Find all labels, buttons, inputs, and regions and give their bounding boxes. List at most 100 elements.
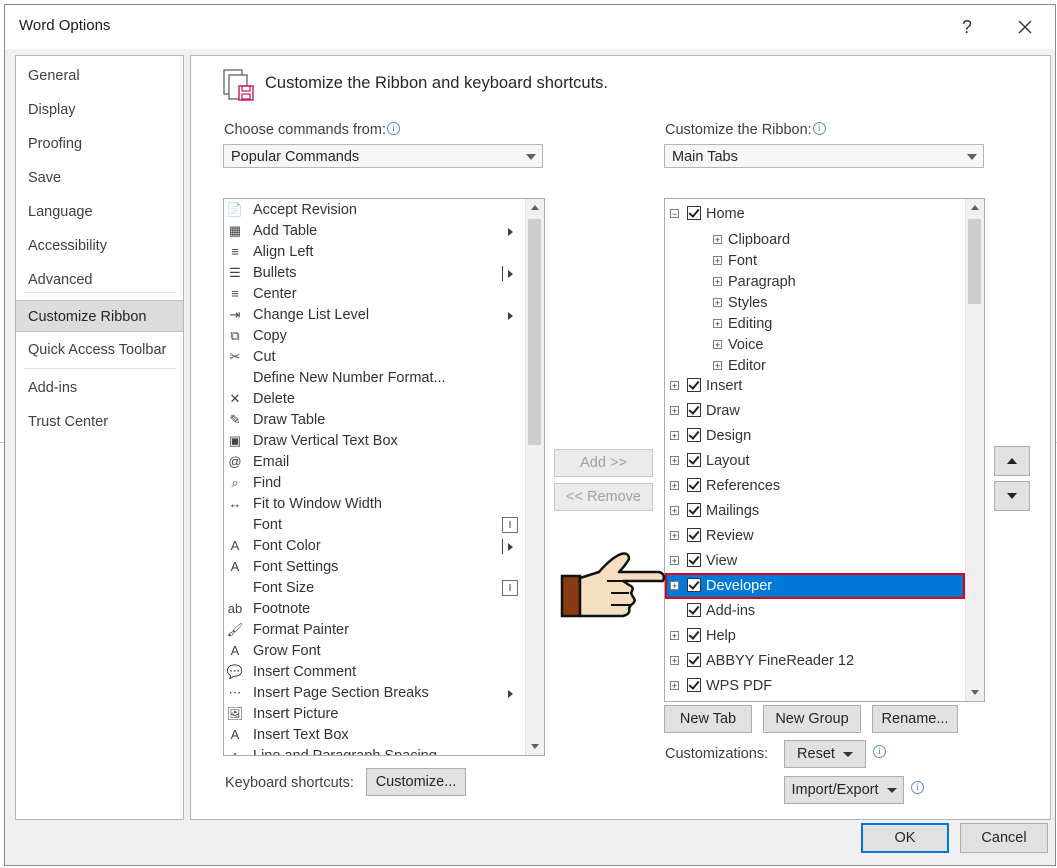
ribbon-tab-abbyy-finereader-12[interactable]: + ABBYY FineReader 12 xyxy=(665,650,964,672)
command-item[interactable]: Define New Number Format... xyxy=(224,368,524,389)
tab-checkbox[interactable] xyxy=(687,503,701,517)
collapse-icon[interactable]: − xyxy=(670,209,679,219)
ribbon-tab-help[interactable]: + Help xyxy=(665,625,964,647)
nav-item-proofing[interactable]: Proofing xyxy=(16,128,183,160)
ribbon-tab-layout[interactable]: + Layout xyxy=(665,450,964,472)
scroll-down-icon[interactable] xyxy=(966,683,984,701)
expand-icon[interactable]: + xyxy=(713,361,722,371)
rename-button[interactable]: Rename... xyxy=(872,705,958,733)
commands-scrollbar[interactable] xyxy=(525,199,544,755)
expand-icon[interactable]: + xyxy=(670,506,679,516)
reset-button[interactable]: Reset xyxy=(784,740,866,768)
expand-icon[interactable]: + xyxy=(670,381,679,391)
nav-item-add-ins[interactable]: Add-ins xyxy=(16,372,183,404)
tab-checkbox[interactable] xyxy=(687,206,701,220)
expand-icon[interactable]: + xyxy=(670,531,679,541)
command-item[interactable]: Font I xyxy=(224,515,524,536)
command-item[interactable]: 🖼 Insert Picture xyxy=(224,704,524,725)
nav-item-language[interactable]: Language xyxy=(16,196,183,228)
ribbon-tab-developer[interactable]: + Developer xyxy=(665,573,965,599)
info-icon[interactable]: i xyxy=(386,122,400,135)
ribbon-tab-wps-pdf[interactable]: + WPS PDF xyxy=(665,675,964,697)
ok-button[interactable]: OK xyxy=(861,823,949,853)
info-icon[interactable]: i xyxy=(873,745,886,758)
tab-checkbox[interactable] xyxy=(687,653,701,667)
ribbon-tab-mailings[interactable]: + Mailings xyxy=(665,500,964,522)
scroll-up-icon[interactable] xyxy=(526,199,544,217)
ribbon-tab-home[interactable]: − Home xyxy=(665,203,964,225)
tab-checkbox[interactable] xyxy=(687,678,701,692)
command-item[interactable]: ✎ Draw Table xyxy=(224,410,524,431)
expand-icon[interactable]: + xyxy=(713,319,722,329)
customize-shortcuts-button[interactable]: Customize... xyxy=(366,768,466,796)
command-item[interactable]: ≡ Align Left xyxy=(224,242,524,263)
ribbon-tab-editor[interactable]: + Editor xyxy=(665,355,964,377)
remove-button[interactable]: << Remove xyxy=(554,483,653,511)
ribbon-tab-paragraph[interactable]: + Paragraph xyxy=(665,271,964,293)
move-down-button[interactable] xyxy=(994,481,1030,511)
tree-scrollbar[interactable] xyxy=(965,199,984,701)
nav-item-customize-ribbon[interactable]: Customize Ribbon xyxy=(16,300,183,332)
import-export-button[interactable]: Import/Export xyxy=(784,776,904,804)
expand-icon[interactable]: + xyxy=(713,235,722,245)
expand-icon[interactable]: + xyxy=(670,431,679,441)
command-item[interactable]: ☰ Bullets xyxy=(224,263,524,284)
tab-checkbox[interactable] xyxy=(687,603,701,617)
move-up-button[interactable] xyxy=(994,446,1030,476)
tab-checkbox[interactable] xyxy=(687,528,701,542)
info-icon[interactable]: i xyxy=(812,122,826,135)
new-group-button[interactable]: New Group xyxy=(763,705,861,733)
ribbon-tab-styles[interactable]: + Styles xyxy=(665,292,964,314)
expand-icon[interactable]: + xyxy=(713,256,722,266)
expand-icon[interactable]: + xyxy=(670,456,679,466)
ribbon-tab-clipboard[interactable]: + Clipboard xyxy=(665,229,964,251)
command-item[interactable]: ▣ Draw Vertical Text Box xyxy=(224,431,524,452)
nav-item-save[interactable]: Save xyxy=(16,162,183,194)
ribbon-tab-add-ins[interactable]: Add-ins xyxy=(665,600,964,622)
command-item[interactable]: Font Size I xyxy=(224,578,524,599)
expand-icon[interactable]: + xyxy=(670,631,679,641)
tab-checkbox[interactable] xyxy=(687,478,701,492)
command-item[interactable]: 🖌 Format Painter xyxy=(224,620,524,641)
command-item[interactable]: ✂ Cut xyxy=(224,347,524,368)
nav-item-quick-access-toolbar[interactable]: Quick Access Toolbar xyxy=(16,334,183,366)
nav-item-trust-center[interactable]: Trust Center xyxy=(16,406,183,438)
help-button[interactable]: ? xyxy=(947,11,987,43)
tab-checkbox[interactable] xyxy=(687,403,701,417)
command-item[interactable]: ↕ Line and Paragraph Spacing xyxy=(224,746,524,755)
expand-icon[interactable]: + xyxy=(670,681,679,691)
command-item[interactable]: ab Footnote xyxy=(224,599,524,620)
scroll-thumb[interactable] xyxy=(528,219,541,445)
command-item[interactable]: ⧉ Copy xyxy=(224,326,524,347)
ribbon-tab-review[interactable]: + Review xyxy=(665,525,964,547)
nav-item-accessibility[interactable]: Accessibility xyxy=(16,230,183,262)
expand-icon[interactable]: + xyxy=(713,277,722,287)
tab-checkbox[interactable] xyxy=(687,578,701,592)
ribbon-tab-insert[interactable]: + Insert xyxy=(665,375,964,397)
command-item[interactable]: ↔ Fit to Window Width xyxy=(224,494,524,515)
command-item[interactable]: @ Email xyxy=(224,452,524,473)
tab-checkbox[interactable] xyxy=(687,428,701,442)
tab-checkbox[interactable] xyxy=(687,453,701,467)
close-button[interactable] xyxy=(1005,11,1045,43)
command-item[interactable]: ⌕ Find xyxy=(224,473,524,494)
new-tab-button[interactable]: New Tab xyxy=(664,705,752,733)
ribbon-tab-font[interactable]: + Font xyxy=(665,250,964,272)
command-item[interactable]: ▦ Add Table xyxy=(224,221,524,242)
expand-icon[interactable]: + xyxy=(670,581,679,591)
command-item[interactable]: ⋯ Insert Page Section Breaks xyxy=(224,683,524,704)
cancel-button[interactable]: Cancel xyxy=(960,823,1048,853)
command-item[interactable]: ≡ Center xyxy=(224,284,524,305)
ribbon-tab-draw[interactable]: + Draw xyxy=(665,400,964,422)
choose-commands-select[interactable]: Popular Commands xyxy=(223,144,543,168)
ribbon-tab-view[interactable]: + View xyxy=(665,550,964,572)
command-item[interactable]: ⇥ Change List Level xyxy=(224,305,524,326)
expand-icon[interactable]: + xyxy=(670,481,679,491)
tab-checkbox[interactable] xyxy=(687,628,701,642)
ribbon-tab-references[interactable]: + References xyxy=(665,475,964,497)
ribbon-tab-editing[interactable]: + Editing xyxy=(665,313,964,335)
info-icon[interactable]: i xyxy=(911,781,924,794)
expand-icon[interactable]: + xyxy=(670,406,679,416)
command-item[interactable]: 📄 Accept Revision xyxy=(224,200,524,221)
expand-icon[interactable]: + xyxy=(670,656,679,666)
